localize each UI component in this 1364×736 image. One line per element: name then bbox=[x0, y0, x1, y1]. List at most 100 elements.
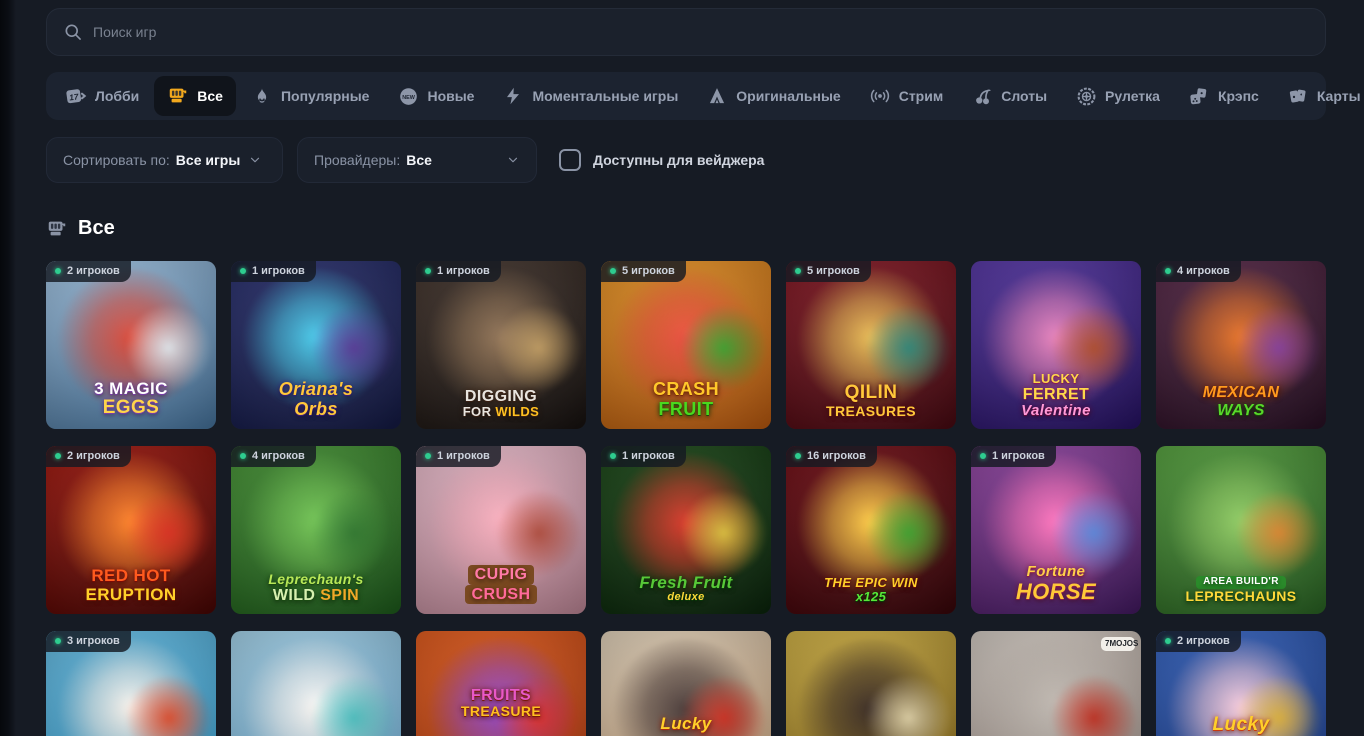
players-badge: 5 игроков bbox=[601, 261, 686, 282]
players-badge: 4 игроков bbox=[1156, 261, 1241, 282]
game-title-line: QILIN bbox=[790, 383, 952, 404]
game-tile[interactable]: 1 игроков Oriana'sOrbs bbox=[231, 261, 401, 429]
game-title: MEXICANWAYS bbox=[1160, 384, 1322, 419]
game-tile[interactable]: 2 игроков RED HOTERUPTION bbox=[46, 446, 216, 614]
online-dot bbox=[55, 268, 61, 274]
game-title-line: CUPIG bbox=[420, 565, 582, 584]
cherries-icon bbox=[971, 85, 993, 107]
game-tile[interactable] bbox=[231, 631, 401, 736]
chevron-down-icon bbox=[506, 153, 520, 167]
games-grid: 2 игроков 3 MAGICEGGS 1 игроков Oriana's… bbox=[46, 261, 1326, 736]
players-badge: 16 игроков bbox=[786, 446, 877, 467]
wager-checkbox[interactable] bbox=[559, 149, 581, 171]
tab-cards[interactable]: Карты bbox=[1274, 76, 1364, 116]
players-badge: 1 игроков bbox=[971, 446, 1056, 467]
players-count: 5 игроков bbox=[807, 265, 860, 277]
game-title-line: TREASURES bbox=[790, 404, 952, 419]
main-content: 17 Лобби Все Популярные NEW Новые Момент… bbox=[46, 0, 1326, 736]
section-header: Все bbox=[46, 217, 1326, 240]
tab-lobby[interactable]: 17 Лобби bbox=[52, 76, 152, 116]
originals-icon bbox=[706, 85, 728, 107]
game-title-line: THE EPIC WIN bbox=[790, 576, 952, 590]
online-dot bbox=[1165, 268, 1171, 274]
players-count: 1 игроков bbox=[992, 450, 1045, 462]
tab-label: Моментальные игры bbox=[532, 88, 678, 104]
game-title-line: FERRET bbox=[975, 386, 1137, 403]
game-tile[interactable]: FRUITSTREASURE bbox=[416, 631, 586, 736]
tab-slots[interactable]: Слоты bbox=[958, 76, 1060, 116]
game-title-line: FRUIT bbox=[605, 400, 767, 419]
game-title: CRASHFRUIT bbox=[605, 380, 767, 419]
providers-dropdown[interactable]: Провайдеры: Все bbox=[297, 137, 537, 183]
game-tile[interactable]: AREA BUILD'RLEPRECHAUNS bbox=[1156, 446, 1326, 614]
online-dot bbox=[425, 268, 431, 274]
game-title-line: Leprechaun's bbox=[235, 572, 397, 587]
search-icon bbox=[63, 22, 83, 42]
providers-label: Провайдеры: bbox=[314, 152, 400, 168]
tab-label: Стрим bbox=[899, 88, 943, 104]
game-tile[interactable]: 1 игроков Fresh Fruitdeluxe bbox=[601, 446, 771, 614]
search-bar[interactable] bbox=[46, 8, 1326, 56]
game-title: DIGGINGFOR WILDS bbox=[420, 388, 582, 419]
search-input[interactable] bbox=[93, 24, 1309, 40]
players-count: 2 игроков bbox=[67, 265, 120, 277]
game-tile[interactable]: 7MOJOS bbox=[971, 631, 1141, 736]
online-dot bbox=[55, 453, 61, 459]
game-tile[interactable]: 1 игроков DIGGINGFOR WILDS bbox=[416, 261, 586, 429]
game-title: THE EPIC WINx125 bbox=[790, 576, 952, 604]
game-tile[interactable]: 5 игроков QILINTREASURES bbox=[786, 261, 956, 429]
game-title-line: RED HOT bbox=[50, 567, 212, 585]
game-tile[interactable]: 16 игроков THE EPIC WINx125 bbox=[786, 446, 956, 614]
players-count: 4 игроков bbox=[252, 450, 305, 462]
tab-roulette[interactable]: Рулетка bbox=[1062, 76, 1173, 116]
game-title: 3 MAGICEGGS bbox=[50, 380, 212, 419]
online-dot bbox=[980, 453, 986, 459]
svg-text:17: 17 bbox=[69, 92, 80, 102]
sort-value: Все игры bbox=[176, 152, 241, 168]
tab-instant[interactable]: Моментальные игры bbox=[489, 76, 691, 116]
game-title-line: TREASURE bbox=[420, 704, 582, 719]
tab-stream[interactable]: Стрим bbox=[856, 76, 956, 116]
game-title-line: Oriana's bbox=[235, 380, 397, 399]
players-count: 2 игроков bbox=[67, 450, 120, 462]
game-tile[interactable]: 1 игроков FortuneHORSE bbox=[971, 446, 1141, 614]
players-count: 1 игроков bbox=[252, 265, 305, 277]
game-title-line: Orbs bbox=[235, 400, 397, 419]
game-tile[interactable]: 4 игроков Leprechaun'sWILD SPIN bbox=[231, 446, 401, 614]
game-tile[interactable]: Lucky bbox=[601, 631, 771, 736]
game-title: Fresh Fruitdeluxe bbox=[605, 574, 767, 604]
game-tile[interactable]: 2 игроков 3 MAGICEGGS bbox=[46, 261, 216, 429]
tab-label: Популярные bbox=[281, 88, 369, 104]
players-badge: 2 игроков bbox=[1156, 631, 1241, 652]
game-tile[interactable]: 2 игроков Lucky bbox=[1156, 631, 1326, 736]
game-tile[interactable]: 5 игроков CRASHFRUIT bbox=[601, 261, 771, 429]
game-title-line: MEXICAN bbox=[1160, 384, 1322, 401]
game-tile[interactable]: 1 игроков CUPIGCRUSH bbox=[416, 446, 586, 614]
tab-popular[interactable]: Популярные bbox=[238, 76, 382, 116]
tab-label: Рулетка bbox=[1105, 88, 1160, 104]
game-tile[interactable] bbox=[786, 631, 956, 736]
tab-bar: 17 Лобби Все Популярные NEW Новые Момент… bbox=[46, 72, 1326, 120]
game-title: CUPIGCRUSH bbox=[420, 565, 582, 604]
wager-checkbox-row[interactable]: Доступны для вейджера bbox=[559, 149, 764, 171]
new-badge-icon: NEW bbox=[397, 85, 419, 107]
game-title-line: WILD SPIN bbox=[235, 587, 397, 604]
tab-new[interactable]: NEW Новые bbox=[384, 76, 487, 116]
providers-value: Все bbox=[406, 152, 432, 168]
tab-originals[interactable]: Оригинальные bbox=[693, 76, 853, 116]
game-tile[interactable]: LUCKYFERRETValentine bbox=[971, 261, 1141, 429]
tab-craps[interactable]: Крэпс bbox=[1175, 76, 1272, 116]
sort-dropdown[interactable]: Сортировать по: Все игры bbox=[46, 137, 283, 183]
tab-label: Крэпс bbox=[1218, 88, 1259, 104]
game-tile[interactable]: 3 игроков ALWAYS UP! bbox=[46, 631, 216, 736]
players-badge: 2 игроков bbox=[46, 261, 131, 282]
provider-brand-badge: 7MOJOS bbox=[1101, 637, 1135, 651]
online-dot bbox=[55, 638, 61, 644]
tab-all[interactable]: Все bbox=[154, 76, 236, 116]
game-title: FRUITSTREASURE bbox=[420, 687, 582, 719]
game-title-line: deluxe bbox=[605, 592, 767, 604]
game-tile[interactable]: 4 игроков MEXICANWAYS bbox=[1156, 261, 1326, 429]
filters-row: Сортировать по: Все игры Провайдеры: Все… bbox=[46, 137, 1326, 183]
online-dot bbox=[610, 268, 616, 274]
art-vignette bbox=[786, 631, 956, 736]
